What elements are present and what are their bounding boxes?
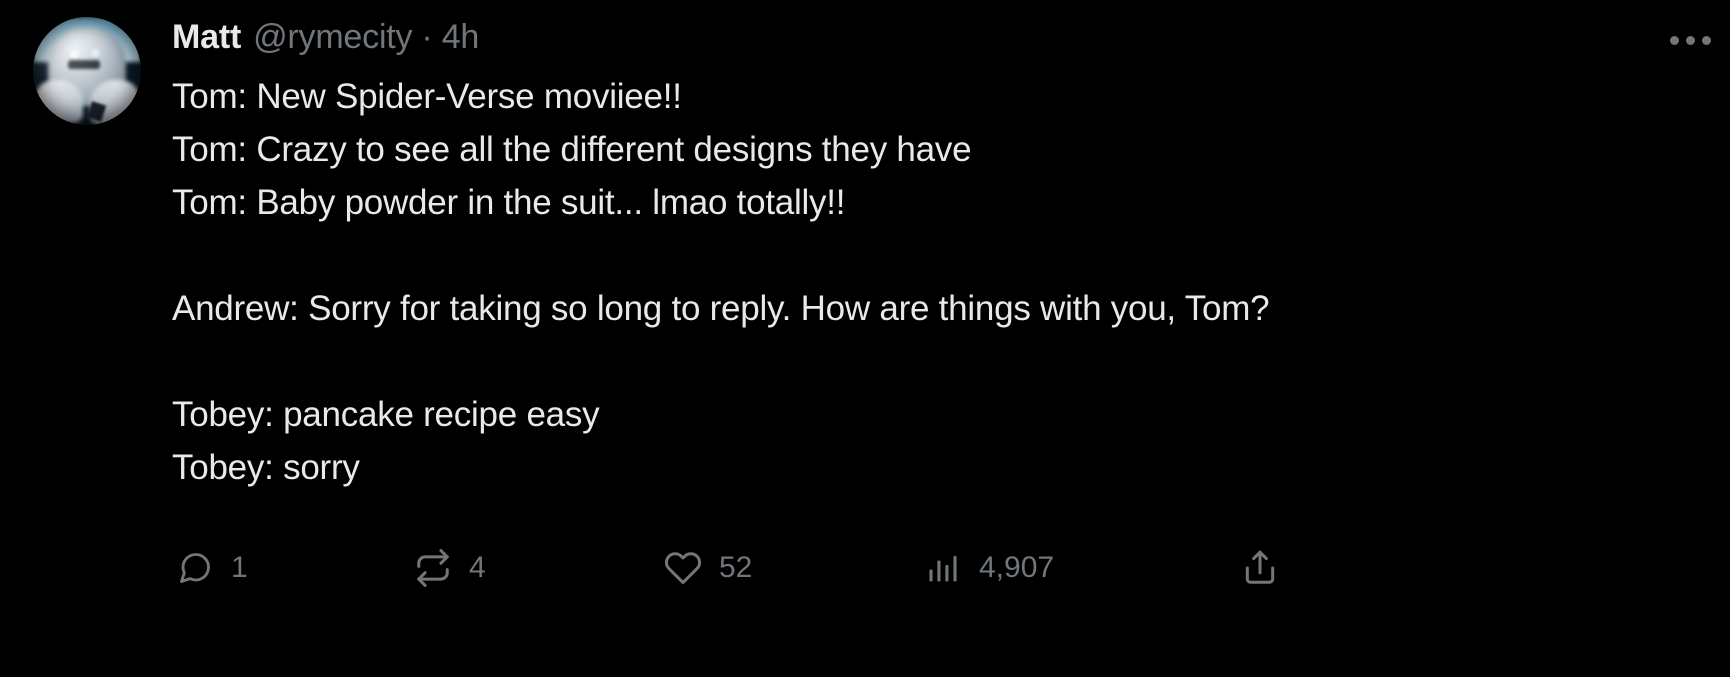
avatar-vignette	[33, 17, 141, 125]
engagement-action-bar: 1 4 52 4,907	[176, 540, 1326, 600]
tweet-content: Matt @rymecity · 4h Tom: New Spider-Vers…	[172, 18, 1690, 494]
retweet-icon	[414, 549, 452, 587]
reply-count: 1	[231, 551, 248, 584]
avatar[interactable]	[33, 17, 141, 125]
retweet-button[interactable]: 4	[414, 540, 486, 596]
analytics-icon	[924, 549, 962, 587]
header-separator: ·	[421, 18, 433, 56]
views-count: 4,907	[979, 551, 1055, 584]
retweet-count: 4	[469, 551, 486, 584]
reply-icon	[176, 549, 214, 587]
more-dot-1	[1669, 35, 1679, 45]
share-icon	[1241, 549, 1279, 587]
author-handle[interactable]: @rymecity	[253, 18, 412, 57]
reply-button[interactable]: 1	[176, 540, 248, 596]
more-dot-2	[1685, 35, 1695, 45]
like-count: 52	[719, 551, 753, 584]
heart-icon	[664, 549, 702, 587]
share-button[interactable]	[1241, 540, 1296, 596]
views-button[interactable]: 4,907	[924, 540, 1054, 596]
tweet-timestamp[interactable]: 4h	[442, 18, 480, 57]
tweet-body-text: Tom: New Spider-Verse moviiee!! Tom: Cra…	[172, 77, 1270, 487]
tweet-header: Matt @rymecity · 4h	[172, 18, 1690, 66]
more-options-icon[interactable]	[1660, 22, 1720, 58]
author-display-name[interactable]: Matt	[172, 18, 241, 57]
avatar-container[interactable]	[33, 17, 141, 125]
like-button[interactable]: 52	[664, 540, 752, 596]
tweet-card[interactable]: Matt @rymecity · 4h Tom: New Spider-Vers…	[0, 0, 1730, 677]
more-dot-3	[1701, 35, 1711, 45]
